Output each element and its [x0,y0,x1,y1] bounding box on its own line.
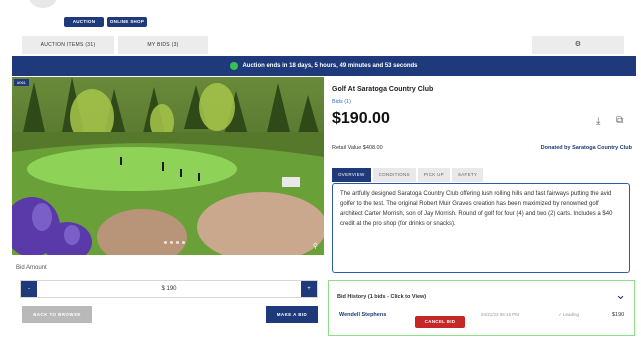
leading-status: ✓ Leading [558,312,580,317]
donated-by-link[interactable]: Donated by Saratoga Country Club [541,145,632,151]
countdown-text: Auction ends in 18 days, 5 hours, 49 min… [242,63,418,69]
bid-history-panel[interactable]: Bid History (1 bids - Click to View) ⌄ W… [328,280,635,336]
auction-nav-button[interactable]: AUCTION [64,17,104,27]
photo-carousel-dots[interactable] [164,241,185,244]
tab-pick-up[interactable]: PICK UP [417,168,450,182]
carousel-dot[interactable] [164,241,167,244]
tab-auction-items[interactable]: AUCTION ITEMS (31) [22,36,114,54]
bidder-name: Wendell Stephens [339,312,387,318]
bid-amount-stepper: - $ 190 + [20,280,318,298]
bid-history-title[interactable]: Bid History (1 bids - Click to View) [337,294,426,300]
item-photo[interactable]: #061 ⚲ [12,77,324,255]
back-to-browse-button[interactable]: BACK TO BROWSE [22,306,92,323]
description-text: The artfully designed Saratoga Country C… [340,191,613,227]
description-panel: The artfully designed Saratoga Country C… [332,183,630,273]
tab-overview[interactable]: OVERVIEW [332,168,371,182]
item-price: $190.00 [332,110,390,127]
bids-count-link[interactable]: Bids (1) [332,99,351,105]
detail-tabs: OVERVIEW CONDITIONS PICK UP SAFETY [332,168,484,182]
main-tabs: AUCTION ITEMS (31) MY BIDS (3) ⚙ [0,36,641,54]
tab-safety[interactable]: SAFETY [451,168,484,182]
status-dot-icon [230,62,239,70]
bid-amount-input[interactable]: $ 190 [37,281,301,297]
bid-amount-label: Bid Amount [16,265,47,271]
bid-amount: $190 [612,312,625,318]
carousel-dot[interactable] [182,241,185,244]
settings-gear-icon[interactable]: ⚙ [532,36,624,54]
zoom-icon[interactable]: ⚲ [313,242,318,250]
download-icon[interactable]: ⤓ [596,116,600,127]
make-a-bid-button[interactable]: MAKE A BID [266,306,318,323]
increment-button[interactable]: + [301,281,317,297]
photo-badge: #061 [14,79,29,86]
tab-my-bids[interactable]: MY BIDS (3) [118,36,208,54]
item-title: Golf At Saratoga Country Club [332,86,434,93]
top-header: AUCTION ONLINE SHOP [0,0,641,34]
decrement-button[interactable]: - [21,281,37,297]
countdown-banner: Auction ends in 18 days, 5 hours, 49 min… [12,56,636,76]
chevron-down-icon[interactable]: ⌄ [615,287,626,303]
bid-timestamp: 04/21/23 06:15 PM [481,312,520,317]
carousel-dot[interactable] [170,241,173,244]
logo [28,0,58,8]
tab-conditions[interactable]: CONDITIONS [372,168,416,182]
online-shop-nav-button[interactable]: ONLINE SHOP [107,17,147,27]
golf-course-image [12,77,324,255]
carousel-dot[interactable] [176,241,179,244]
share-icon[interactable]: ⧉ [616,115,623,126]
retail-value: Retail Value $408.00 [332,145,383,151]
cancel-bid-button[interactable]: CANCEL BID [415,316,465,328]
